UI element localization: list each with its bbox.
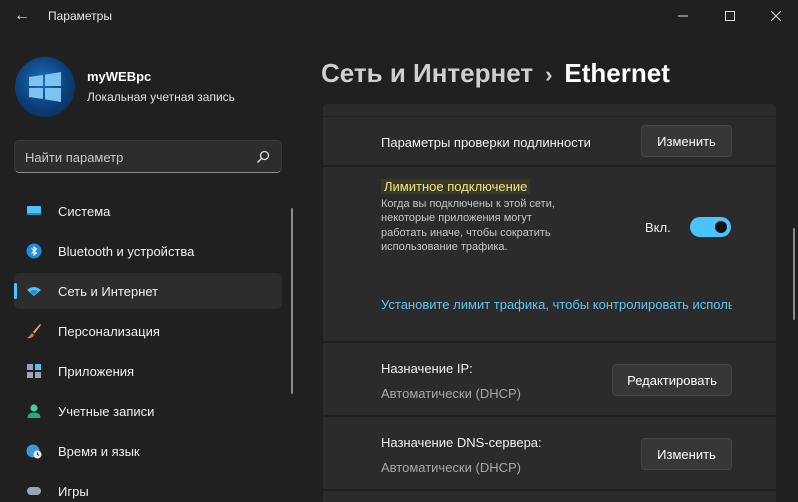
metered-connection-toggle[interactable] [690, 217, 731, 237]
maximize-icon [725, 11, 735, 21]
metered-connection-title: Лимитное подключение [381, 179, 531, 194]
sidebar-item-label: Bluetooth и устройства [58, 244, 195, 259]
back-button[interactable]: ← [8, 6, 36, 26]
sidebar-item-system[interactable]: Система [14, 193, 282, 229]
app-title: Параметры [48, 9, 112, 23]
monitor-icon [27, 206, 41, 215]
sidebar-item-label: Учетные записи [58, 404, 155, 419]
sidebar-item-personalization[interactable]: Персонализация [14, 313, 282, 349]
gamepad-icon [27, 487, 41, 495]
sidebar-scrollbar[interactable] [291, 208, 293, 394]
settings-card-partial [323, 104, 776, 116]
sidebar-item-label: Персонализация [58, 324, 160, 339]
dns-assignment-value: Автоматически (DHCP) [381, 460, 521, 475]
sidebar-item-label: Приложения [58, 364, 135, 379]
toggle-knob [715, 221, 727, 233]
ip-assignment-value: Автоматически (DHCP) [381, 386, 521, 401]
sidebar-item-accounts[interactable]: Учетные записи [14, 393, 282, 429]
search-box[interactable] [14, 140, 282, 173]
ip-edit-button[interactable]: Редактировать [612, 364, 732, 396]
sidebar-item-time-language[interactable]: Время и язык [14, 433, 282, 469]
toggle-state-label: Вкл. [645, 220, 671, 235]
content-scrollbar[interactable] [793, 228, 795, 320]
globe-clock-icon [26, 444, 42, 459]
bluetooth-icon [26, 243, 42, 259]
sidebar-item-bluetooth[interactable]: Bluetooth и устройства [14, 233, 282, 269]
close-button[interactable] [753, 4, 798, 28]
brush-icon [27, 324, 41, 339]
page-title: Ethernet [564, 58, 670, 88]
account-type: Локальная учетная запись [87, 90, 235, 104]
minimize-button[interactable] [660, 4, 706, 28]
settings-card-partial [323, 491, 776, 502]
maximize-button[interactable] [707, 4, 753, 28]
network-icon [27, 287, 41, 296]
user-icon [27, 404, 41, 418]
chevron-right-icon: › [545, 62, 553, 87]
minimize-icon [678, 15, 688, 17]
metered-connection-card: Лимитное подключение Когда вы подключены… [323, 167, 776, 341]
search-icon[interactable] [255, 149, 271, 165]
auth-settings-row: Параметры проверки подлинности Изменить [323, 117, 776, 165]
apps-icon [27, 364, 41, 378]
search-input[interactable] [25, 148, 245, 166]
arrow-left-icon: ← [14, 7, 30, 24]
dns-assignment-row: Назначение DNS-сервера: Автоматически (D… [323, 417, 776, 489]
sidebar-nav: Система Bluetooth и устройства Сеть и Ин… [14, 193, 282, 502]
ip-assignment-row: Назначение IP: Автоматически (DHCP) Реда… [323, 343, 776, 415]
sidebar-item-label: Система [58, 204, 111, 219]
auth-settings-label: Параметры проверки подлинности [381, 135, 591, 150]
dns-edit-button[interactable]: Изменить [641, 438, 732, 470]
breadcrumb: Сеть и Интернет › Ethernet [321, 58, 670, 89]
sidebar-item-apps[interactable]: Приложения [14, 353, 282, 389]
user-name: myWEBpc [87, 69, 152, 84]
sidebar-item-gaming[interactable]: Игры [14, 473, 282, 502]
sidebar-item-label: Время и язык [58, 444, 140, 459]
auth-edit-button[interactable]: Изменить [641, 125, 732, 157]
windows-logo-icon [29, 72, 61, 102]
close-icon [771, 11, 781, 21]
metered-connection-description: Когда вы подключены к этой сети, некотор… [381, 198, 555, 254]
title-bar: ← Параметры [0, 0, 798, 32]
sidebar-item-network[interactable]: Сеть и Интернет [14, 273, 282, 309]
ip-assignment-label: Назначение IP: [381, 361, 473, 376]
sidebar-item-label: Игры [58, 484, 89, 499]
breadcrumb-parent[interactable]: Сеть и Интернет [321, 58, 533, 88]
sidebar-item-label: Сеть и Интернет [58, 284, 159, 299]
data-limit-link[interactable]: Установите лимит трафика, чтобы контроли… [381, 297, 732, 312]
avatar[interactable] [15, 57, 75, 117]
dns-assignment-label: Назначение DNS-сервера: [381, 435, 542, 450]
